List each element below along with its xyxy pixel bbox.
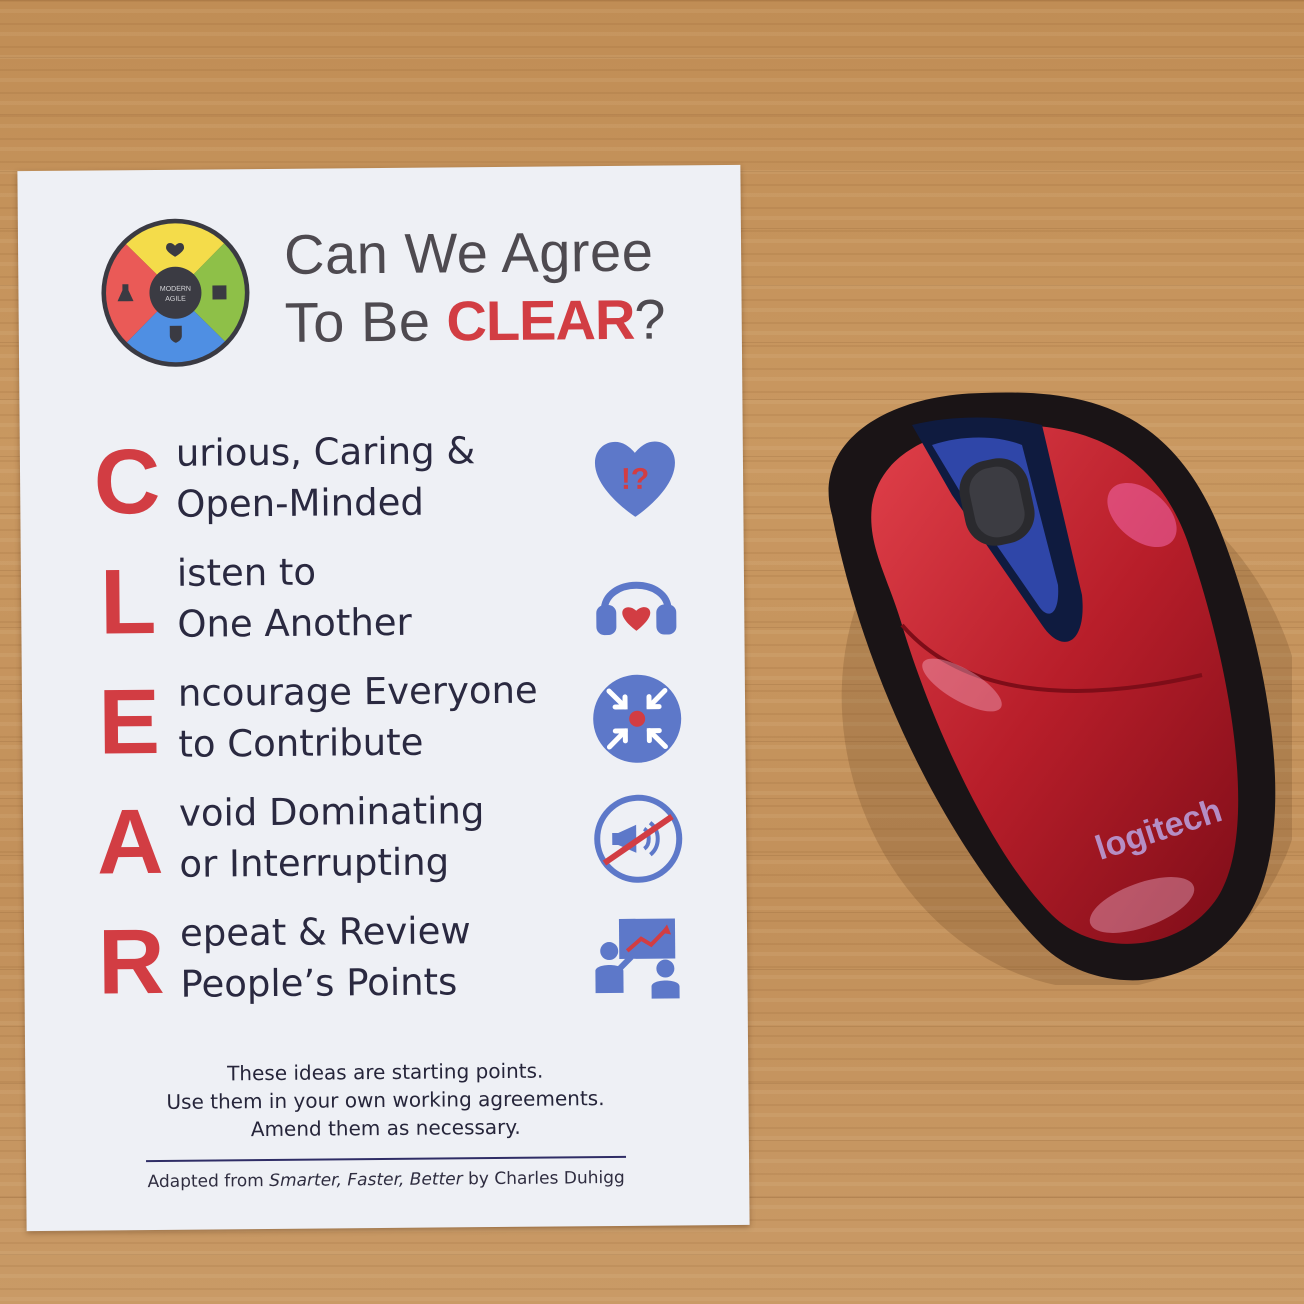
credit-prefix: Adapted from	[147, 1171, 270, 1193]
clear-phrase: urious, Caring & Open-Minded	[176, 425, 476, 530]
clear-phrase-line-1: urious, Caring &	[175, 429, 476, 475]
footnote-divider	[146, 1155, 627, 1163]
clear-phrase: void Dominating or Interrupting	[179, 785, 485, 890]
clear-phrase-line-2: People’s Points	[180, 960, 458, 1006]
no-megaphone-icon	[594, 794, 683, 883]
clear-item-c: C urious, Caring & Open-Minded !?	[84, 425, 725, 534]
card-title: Can We Agree To Be CLEAR?	[284, 218, 666, 357]
footnote-line: These ideas are starting points.	[227, 1058, 544, 1086]
clear-phrase: epeat & Review People’s Points	[180, 905, 471, 1010]
logo-text-bottom: AGILE	[165, 296, 186, 303]
footnote-line: Amend them as necessary.	[250, 1114, 521, 1142]
title-line-1: Can We Agree	[283, 219, 654, 286]
clear-item-e: E ncourage Everyone to Contribute	[86, 667, 727, 773]
clear-phrase-line-2: Open-Minded	[176, 480, 425, 526]
clear-letter: R	[97, 910, 165, 1014]
clear-phrase-line-2: One Another	[177, 600, 412, 646]
clear-letter: C	[93, 430, 161, 534]
footnote-line: Use them in your own working agreements.	[166, 1086, 605, 1114]
clear-phrase: ncourage Everyone to Contribute	[178, 665, 539, 770]
clear-item-a: A void Dominating or Interrupting	[87, 785, 728, 894]
title-highlight: CLEAR	[446, 287, 635, 353]
converging-arrows-icon	[593, 674, 682, 763]
credit-book-title: Smarter, Faster, Better	[269, 1169, 463, 1192]
computer-mouse: logitech	[828, 392, 1292, 985]
title-line-2-prefix: To Be	[284, 289, 447, 354]
source-credit: Adapted from Smarter, Faster, Better by …	[126, 1166, 646, 1195]
clear-item-r: R epeat & Review People’s Points	[88, 907, 729, 1013]
people-chart-icon	[595, 918, 680, 999]
clear-phrase-line-1: epeat & Review	[179, 909, 471, 955]
clear-phrase-line-1: isten to	[176, 550, 317, 595]
clear-letter: E	[98, 670, 161, 774]
clear-phrase-line-1: void Dominating	[178, 789, 485, 835]
headphones-heart-icon	[596, 581, 677, 636]
heart-question-icon: !?	[594, 441, 675, 517]
card-footnote: These ideas are starting points. Use the…	[125, 1056, 646, 1145]
clear-phrase: isten to One Another	[177, 546, 412, 650]
title-line-2: To Be CLEAR?	[284, 286, 666, 357]
clear-phrase-line-2: to Contribute	[178, 720, 424, 766]
clear-letter: A	[96, 790, 164, 894]
title-suffix: ?	[634, 287, 667, 351]
logo-text-top: MODERN	[160, 286, 191, 293]
clear-agreement-card: MODERN AGILE Can We Agree To Be CLEAR? C…	[17, 164, 750, 1232]
clear-phrase-line-2: or Interrupting	[179, 840, 450, 886]
clear-phrase-line-1: ncourage Everyone	[177, 668, 538, 715]
credit-author: by Charles Duhigg	[462, 1167, 625, 1190]
clear-letter: L	[99, 550, 157, 654]
clear-item-l: L isten to One Another	[85, 547, 726, 653]
svg-text:!?: !?	[621, 463, 650, 496]
modern-agile-logo: MODERN AGILE	[101, 218, 250, 367]
